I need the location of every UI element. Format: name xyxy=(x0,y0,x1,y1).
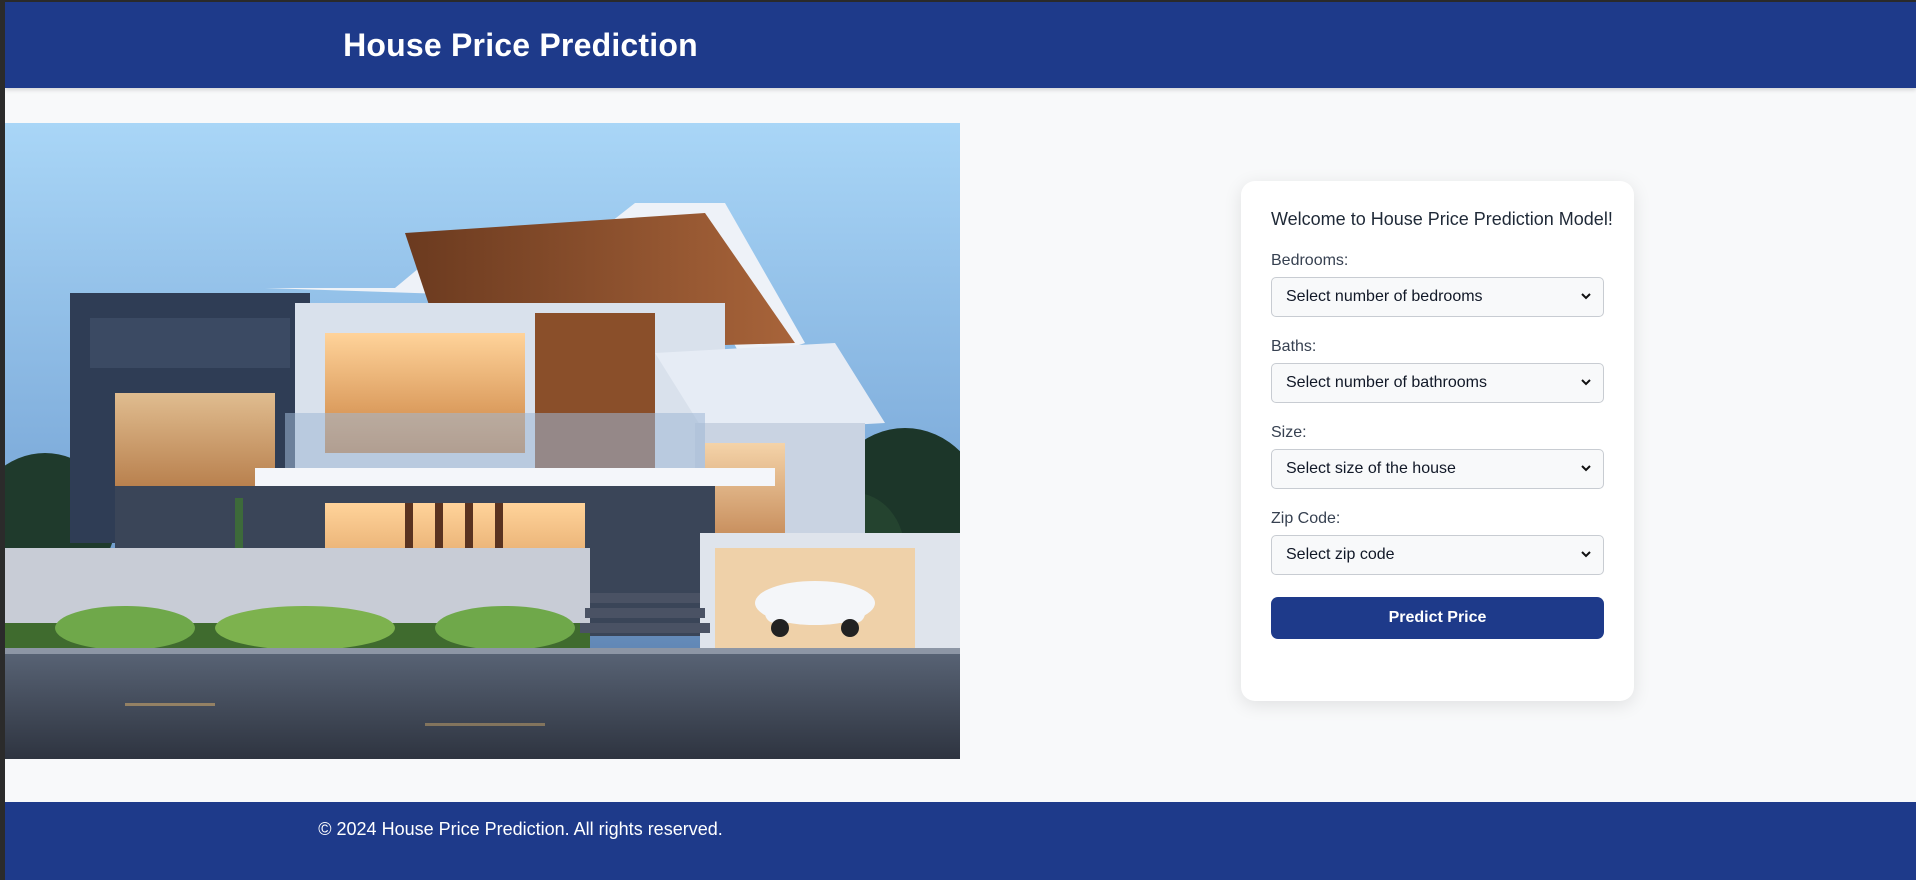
window-left-border xyxy=(0,0,5,880)
chevron-down-icon xyxy=(1581,465,1591,472)
bedrooms-select[interactable]: Select number of bedrooms xyxy=(1271,277,1604,317)
baths-label: Baths: xyxy=(1271,338,1317,355)
size-select[interactable]: Select size of the house xyxy=(1271,449,1604,489)
baths-select[interactable]: Select number of bathrooms xyxy=(1271,363,1604,403)
bedrooms-select-value: Select number of bedrooms xyxy=(1286,288,1483,305)
bedrooms-field: Bedrooms: Select number of bedrooms xyxy=(1271,252,1604,317)
prediction-form-card: Welcome to House Price Prediction Model!… xyxy=(1241,181,1634,701)
zip-code-field: Zip Code: Select zip code xyxy=(1271,510,1604,575)
zip-code-select-value: Select zip code xyxy=(1286,546,1395,563)
chevron-down-icon xyxy=(1581,551,1591,558)
house-image xyxy=(5,123,960,759)
predict-price-button[interactable]: Predict Price xyxy=(1271,597,1604,639)
site-header: House Price Prediction xyxy=(5,2,1916,88)
zip-code-select[interactable]: Select zip code xyxy=(1271,535,1604,575)
size-select-value: Select size of the house xyxy=(1286,460,1456,477)
chevron-down-icon xyxy=(1581,379,1591,386)
baths-select-value: Select number of bathrooms xyxy=(1286,374,1487,391)
chevron-down-icon xyxy=(1581,293,1591,300)
baths-field: Baths: Select number of bathrooms xyxy=(1271,338,1604,403)
zip-code-label: Zip Code: xyxy=(1271,510,1341,527)
bedrooms-label: Bedrooms: xyxy=(1271,252,1349,269)
site-footer: © 2024 House Price Prediction. All right… xyxy=(5,802,1916,880)
page-title: House Price Prediction xyxy=(343,26,698,63)
welcome-message: Welcome to House Price Prediction Model! xyxy=(1271,209,1613,229)
size-label: Size: xyxy=(1271,424,1307,441)
copyright-text: © 2024 House Price Prediction. All right… xyxy=(318,819,723,839)
size-field: Size: Select size of the house xyxy=(1271,424,1604,489)
